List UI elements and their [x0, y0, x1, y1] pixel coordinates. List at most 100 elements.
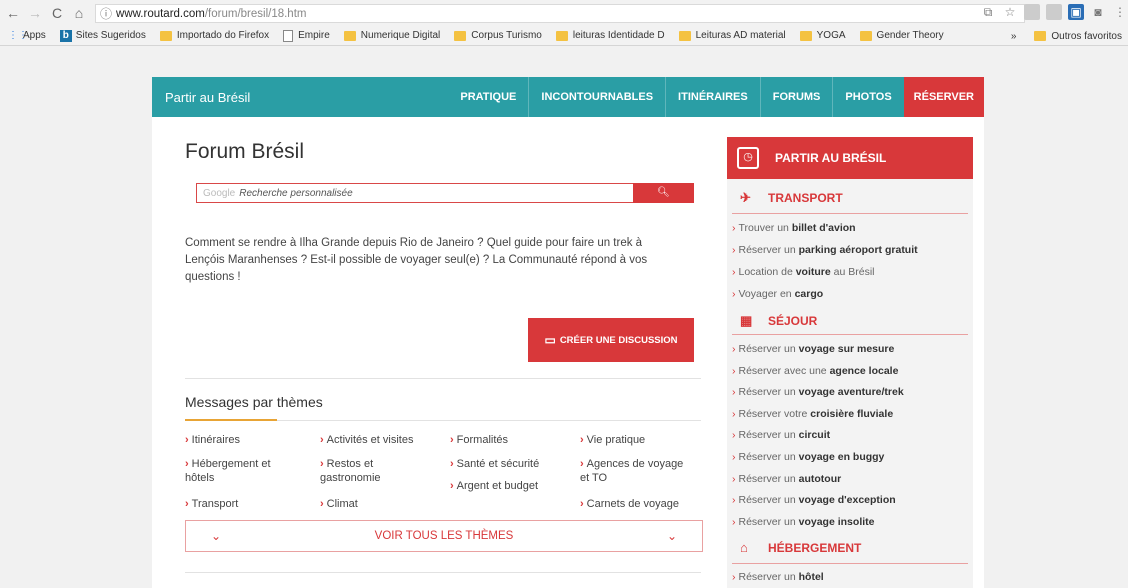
extension-icon[interactable]: ▣ [1068, 4, 1084, 20]
create-discussion-button[interactable]: ▭ CRÉER UNE DISCUSSION [528, 318, 694, 362]
folder-icon [454, 30, 467, 41]
sidebar-link[interactable]: › Réserver un voyage insolite [732, 516, 874, 528]
camera-icon[interactable]: ◙ [1090, 4, 1106, 20]
nav-brand[interactable]: Partir au Brésil [152, 90, 452, 105]
bookmark[interactable]: Numerique Digital [343, 30, 440, 41]
bookmark[interactable]: Leituras AD material [678, 30, 786, 41]
sidebar-link[interactable]: › Voyager en cargo [732, 288, 823, 300]
bookmark-apps[interactable]: ⋮⋮ Apps [8, 30, 46, 41]
back-icon[interactable]: ← [4, 5, 22, 21]
house-icon: ⌂ [740, 540, 748, 555]
sidebar-link[interactable]: › Réserver un autotour [732, 473, 841, 485]
bookmark[interactable]: leituras Identidade D [555, 30, 665, 41]
sidebar-link[interactable]: › Réserver un parking aéroport gratuit [732, 244, 918, 256]
suitcase-icon: ▦ [740, 313, 753, 328]
menu-icon[interactable]: ⋮ [1112, 4, 1128, 20]
plane-icon: ✈ [740, 190, 751, 205]
folder-icon [555, 30, 568, 41]
theme-link[interactable]: › Activités et visites [320, 433, 413, 447]
section-transport: ✈ TRANSPORT [740, 190, 843, 205]
calendar-icon: ◷ [737, 147, 759, 169]
page-icon [283, 29, 294, 42]
extension-icon[interactable] [1024, 4, 1040, 20]
bookmark[interactable]: YOGA [799, 30, 846, 41]
messages-title: Messages par thèmes [185, 394, 323, 410]
sidebar-link[interactable]: › Réserver un voyage d'exception [732, 494, 896, 506]
home-icon[interactable]: ⌂ [70, 5, 88, 21]
divider [732, 213, 968, 214]
nav-menu: PRATIQUE INCONTOURNABLES ITINÉRAIRES FOR… [448, 77, 984, 117]
chat-icon: ▭ [544, 333, 556, 347]
extension-icons: ⧉ ☆ ▣ ◙ ⋮ [980, 4, 1128, 20]
main-content: Forum Brésil Google Recherche personnali… [185, 140, 703, 573]
apps-icon: ⋮⋮ [8, 30, 28, 41]
search-icon: 🔍︎ [657, 187, 670, 198]
sidebar-link[interactable]: › Location de voiture au Brésil [732, 266, 875, 278]
info-icon[interactable]: ⓘ [100, 5, 112, 22]
bing-icon: b [59, 29, 72, 42]
search-input[interactable]: Google Recherche personnalisée [196, 183, 638, 203]
nav-photos[interactable]: PHOTOS [832, 77, 903, 117]
bookmark[interactable]: b Sites Sugeridos [59, 29, 146, 42]
chevron-down-icon: ⌄ [211, 529, 222, 543]
section-sejour: ▦ SÉJOUR [740, 313, 818, 328]
nav-incontournables[interactable]: INCONTOURNABLES [528, 77, 665, 117]
theme-link[interactable]: › Climat [320, 497, 358, 511]
title-underline [185, 419, 277, 421]
sidebar-header: ◷ PARTIR AU BRÉSIL [727, 137, 973, 179]
voir-tous-themes-button[interactable]: ⌄ VOIR TOUS LES THÈMES ⌄ [185, 520, 703, 552]
sidebar-link[interactable]: › Réserver un circuit [732, 429, 830, 441]
theme-link[interactable]: › Itinéraires [185, 433, 240, 447]
url-path: /forum/bresil/18.htm [204, 7, 307, 20]
divider [277, 420, 701, 421]
chevron-down-icon: ⌄ [666, 529, 677, 543]
url-host: www.routard.com [116, 7, 205, 20]
sidebar-link[interactable]: › Réserver un voyage en buggy [732, 451, 884, 463]
reload-icon[interactable]: C [48, 5, 66, 21]
theme-link[interactable]: › Agences de voyage et TO [580, 457, 683, 485]
folder-icon [343, 30, 356, 41]
theme-link[interactable]: › Argent et budget [450, 479, 538, 493]
theme-link[interactable]: › Vie pratique [580, 433, 645, 447]
google-label: Google [203, 187, 236, 199]
nav-itineraires[interactable]: ITINÉRAIRES [665, 77, 760, 117]
sidebar-link[interactable]: › Réserver un voyage sur mesure [732, 343, 894, 355]
bookmark[interactable]: Importado do Firefox [159, 30, 269, 41]
translate-icon[interactable]: ⧉ [980, 4, 996, 20]
divider [732, 334, 968, 335]
theme-link[interactable]: › Hébergement et hôtels [185, 457, 271, 485]
sidebar-link[interactable]: › Réserver votre croisière fluviale [732, 408, 893, 420]
sidebar-link[interactable]: › Réserver un hôtel [732, 571, 824, 583]
divider [732, 563, 968, 564]
sidebar-link[interactable]: › Trouver un billet d'avion [732, 222, 856, 234]
folder-icon [1034, 31, 1047, 41]
folder-icon [799, 30, 812, 41]
extension-icon[interactable] [1046, 4, 1062, 20]
bookmarks-bar: ⋮⋮ Apps b Sites Sugeridos Importado do Fir… [0, 26, 1128, 46]
divider [185, 572, 701, 573]
star-icon[interactable]: ☆ [1002, 4, 1018, 20]
theme-link[interactable]: › Formalités [450, 433, 508, 447]
theme-link[interactable]: › Santé et sécurité [450, 457, 539, 471]
bookmark-other[interactable]: Outros favoritos [1034, 31, 1122, 42]
nav-reserver[interactable]: RÉSERVER [903, 77, 984, 117]
nav-forums[interactable]: FORUMS [759, 77, 833, 117]
theme-link[interactable]: › Carnets de voyage [580, 497, 679, 511]
folder-icon [678, 30, 691, 41]
nav-pratique[interactable]: PRATIQUE [448, 77, 528, 117]
forward-icon[interactable]: → [26, 5, 44, 21]
folder-icon [159, 30, 172, 41]
folder-icon [859, 30, 872, 41]
sidebar-link[interactable]: › Réserver avec une agence locale [732, 365, 898, 377]
bookmark[interactable]: Gender Theory [859, 30, 944, 41]
sidebar-link[interactable]: › Réserver un voyage aventure/trek [732, 386, 904, 398]
bookmark[interactable]: Corpus Turismo [454, 30, 542, 41]
bookmark[interactable]: Empire [283, 29, 330, 42]
site-nav: Partir au Brésil PRATIQUE INCONTOURNABLE… [152, 77, 984, 117]
theme-link[interactable]: › Restos et gastronomie [320, 457, 381, 485]
search-button[interactable]: 🔍︎ [633, 183, 694, 203]
page-title: Forum Brésil [185, 140, 305, 163]
bookmarks-more[interactable]: » [1011, 31, 1017, 42]
address-bar[interactable]: ⓘ www.routard.com/forum/bresil/18.htm [95, 4, 1025, 23]
theme-link[interactable]: › Transport [185, 497, 238, 511]
